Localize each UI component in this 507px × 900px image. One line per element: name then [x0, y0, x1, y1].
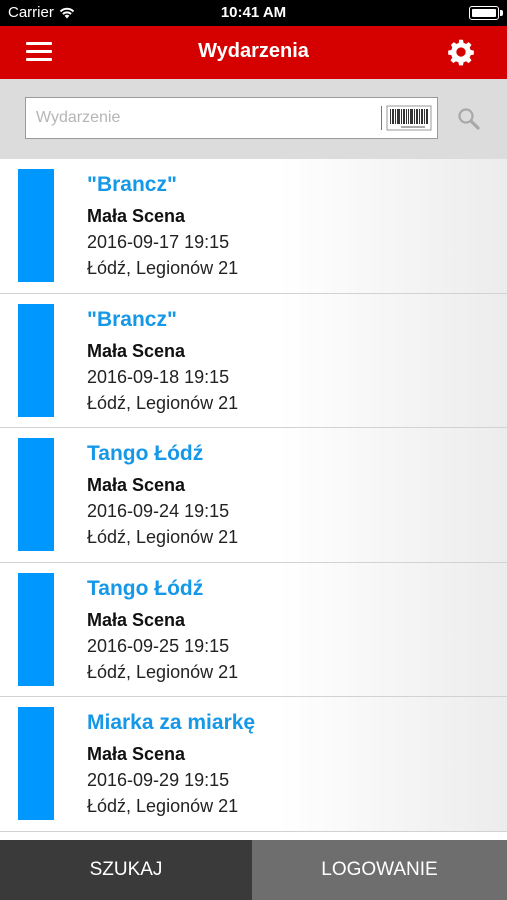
event-item[interactable]: Tango Łódź Mała Scena 2016-09-24 19:15 Ł…	[0, 428, 507, 563]
event-color-marker	[18, 169, 54, 282]
event-search-input[interactable]	[36, 98, 376, 137]
barcode-icon[interactable]	[381, 104, 433, 132]
event-title: Miarka za miarkę	[87, 711, 256, 734]
event-location: Łódź, Legionów 21	[87, 392, 239, 413]
event-datetime: 2016-09-24 19:15	[87, 501, 230, 521]
event-datetime: 2016-09-25 19:15	[87, 635, 230, 656]
event-item[interactable]: Tango Łódź Mała Scena 2016-09-25 19:15 Ł…	[0, 562, 507, 697]
event-title: "Brancz"	[87, 307, 177, 331]
event-venue: Mała Scena	[87, 206, 186, 226]
page-title: Wydarzenia	[198, 40, 309, 62]
event-item[interactable]: "Brancz" Mała Scena 2016-09-18 19:15 Łód…	[0, 293, 507, 428]
search-bar	[0, 79, 507, 159]
status-bar: Carrier 10:41 AM	[0, 0, 507, 26]
gear-icon[interactable]	[447, 38, 475, 66]
event-venue: Mała Scena	[87, 744, 186, 764]
event-list: "Brancz" Mała Scena 2016-09-17 19:15 Łód…	[0, 159, 507, 840]
event-item[interactable]: Miarka za miarkę Mała Scena 2016-09-29 1…	[0, 697, 507, 832]
event-title: "Brancz"	[87, 173, 177, 196]
event-title: Tango Łódź	[87, 576, 204, 600]
bottom-tab-bar: SZUKAJ LOGOWANIE	[0, 840, 507, 900]
event-datetime: 2016-09-17 19:15	[87, 232, 230, 252]
event-item[interactable]: "Brancz" Mała Scena 2016-09-17 19:15 Łód…	[0, 159, 507, 294]
event-color-marker	[18, 707, 54, 820]
event-location: Łódź, Legionów 21	[87, 661, 239, 682]
event-datetime: 2016-09-18 19:15	[87, 366, 230, 387]
event-color-marker	[18, 303, 54, 417]
event-location: Łódź, Legionów 21	[87, 796, 239, 816]
battery-icon	[469, 6, 503, 20]
event-venue: Mała Scena	[87, 609, 186, 630]
tab-login[interactable]: LOGOWANIE	[252, 840, 507, 900]
event-location: Łódź, Legionów 21	[87, 527, 239, 547]
event-venue: Mała Scena	[87, 475, 186, 495]
status-time: 10:41 AM	[220, 4, 287, 21]
event-color-marker	[18, 438, 54, 551]
event-color-marker	[18, 572, 54, 686]
search-field	[25, 97, 438, 139]
event-venue: Mała Scena	[87, 340, 186, 361]
event-location: Łódź, Legionów 21	[87, 258, 239, 278]
event-title: Tango Łódź	[87, 442, 204, 465]
event-datetime: 2016-09-29 19:15	[87, 770, 230, 790]
tab-search[interactable]: SZUKAJ	[0, 840, 252, 900]
search-icon[interactable]	[456, 106, 482, 132]
navigation-bar: Wydarzenia	[0, 26, 507, 79]
